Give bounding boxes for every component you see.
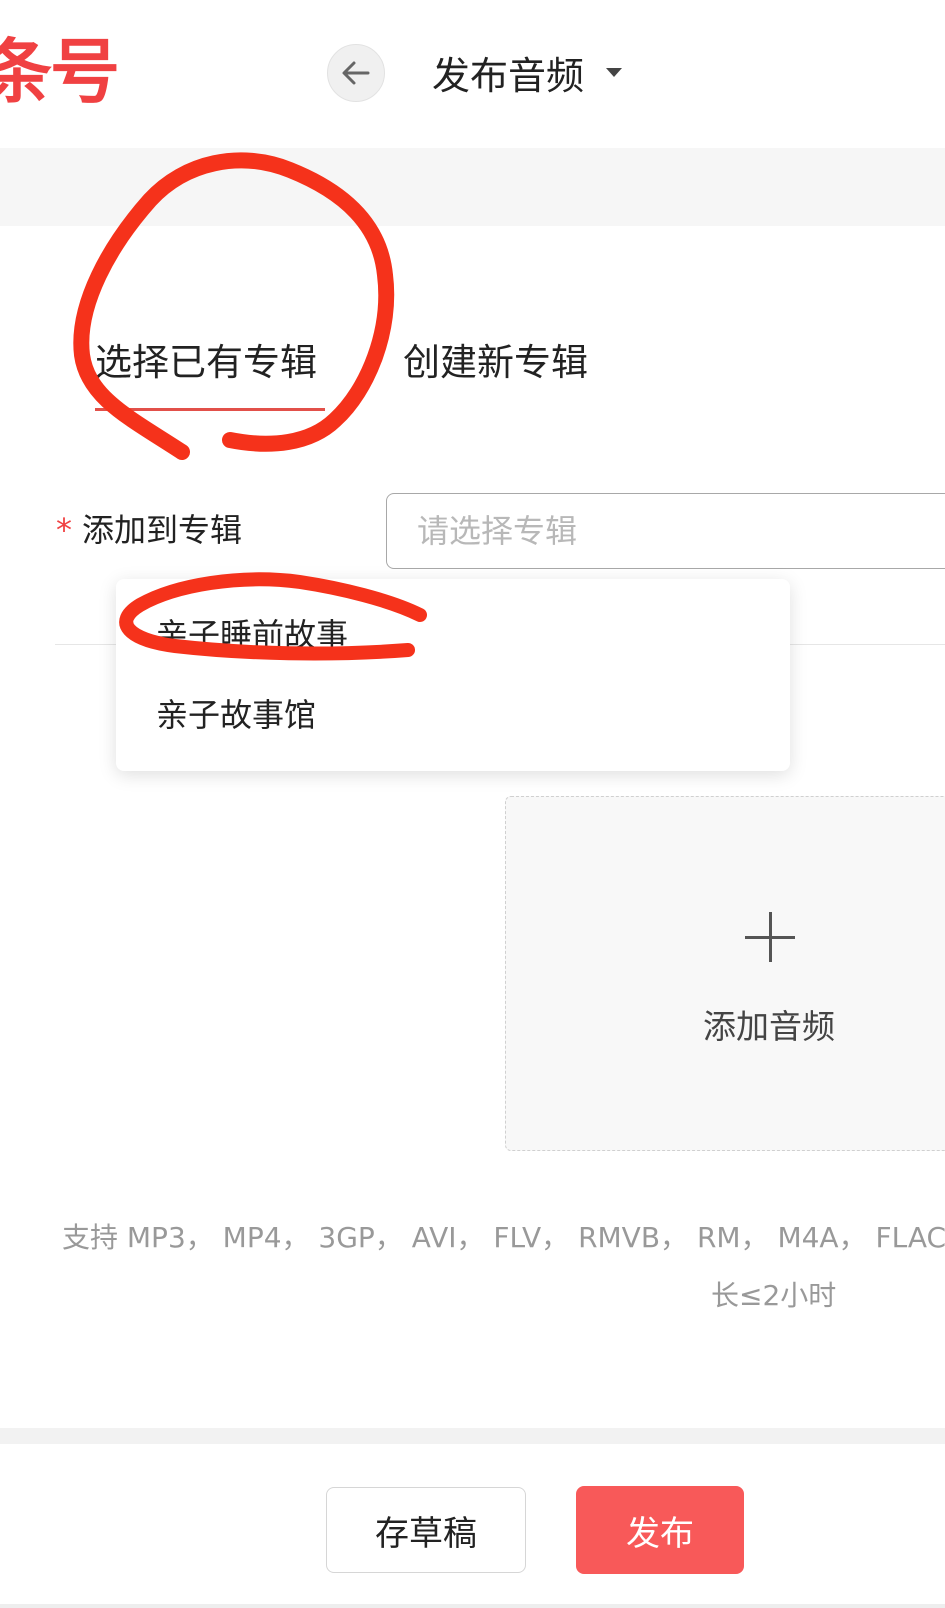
page-title: 发布音频 (432, 53, 585, 98)
arrow-left-icon (342, 61, 370, 85)
caret-down-icon (606, 67, 623, 77)
bottom-separator (0, 1428, 945, 1444)
album-field-label: * 添加到专辑 (56, 508, 242, 552)
plus-icon (745, 912, 795, 962)
supported-formats-hint: 支持 MP3， MP4， 3GP， AVI， FLV， RMVB， RM， M4… (62, 1221, 945, 1254)
album-select-input[interactable] (386, 493, 945, 569)
save-draft-button[interactable]: 存草稿 (326, 1487, 526, 1573)
dropdown-option-bedtime-stories[interactable]: 亲子睡前故事 (156, 610, 348, 660)
add-audio-label: 添加音频 (703, 1007, 835, 1046)
back-button[interactable] (327, 44, 385, 102)
brand-logo: 条号 (0, 31, 120, 113)
page-type-selector[interactable]: 发布音频 (432, 44, 623, 100)
duration-limit-hint: 长≤2小时 (711, 1279, 837, 1312)
album-dropdown-menu (116, 579, 790, 771)
tab-select-existing-album[interactable]: 选择已有专辑 (95, 335, 317, 391)
add-audio-dropzone[interactable] (505, 796, 945, 1151)
top-bar: 条号 发布音频 (0, 0, 945, 148)
album-label-text: 添加到专辑 (82, 511, 243, 549)
dropdown-option-story-hall[interactable]: 亲子故事馆 (156, 690, 316, 740)
publish-button[interactable]: 发布 (576, 1486, 744, 1574)
section-spacer (0, 148, 945, 226)
active-tab-indicator (95, 408, 325, 411)
tab-create-new-album[interactable]: 创建新专辑 (403, 335, 588, 391)
required-marker: * (56, 511, 72, 549)
bottom-edge (0, 1604, 945, 1608)
